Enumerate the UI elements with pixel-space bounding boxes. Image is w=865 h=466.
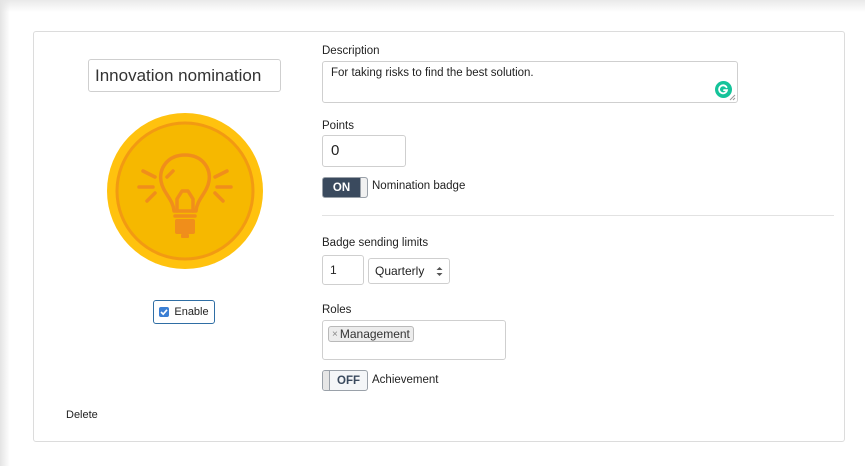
achievement-toggle-label: OFF bbox=[337, 374, 360, 387]
enable-checkbox-button[interactable]: Enable bbox=[153, 300, 215, 324]
remove-tag-icon[interactable]: × bbox=[332, 329, 338, 340]
window-top-shadow bbox=[0, 0, 865, 12]
nomination-toggle[interactable]: ON bbox=[322, 177, 368, 198]
description-textarea[interactable]: For taking risks to find the best soluti… bbox=[322, 61, 738, 103]
description-label: Description bbox=[322, 45, 380, 57]
badge-name-input[interactable]: Innovation nomination bbox=[88, 59, 281, 92]
select-arrows-icon bbox=[436, 266, 443, 276]
toggle-thumb bbox=[323, 371, 330, 390]
limit-count-input[interactable]: 1 bbox=[322, 255, 364, 285]
section-divider bbox=[322, 215, 834, 216]
limit-period-select[interactable]: Quarterly bbox=[368, 258, 450, 284]
window-left-shadow bbox=[0, 0, 10, 466]
roles-multiselect[interactable]: × Management bbox=[322, 320, 506, 360]
enable-label: Enable bbox=[174, 306, 209, 318]
nomination-toggle-label: ON bbox=[332, 181, 351, 194]
limits-label: Badge sending limits bbox=[322, 237, 429, 249]
achievement-label: Achievement bbox=[372, 374, 439, 386]
delete-link[interactable]: Delete bbox=[66, 409, 98, 421]
resize-grip-icon[interactable] bbox=[729, 94, 736, 101]
points-label: Points bbox=[322, 120, 354, 132]
checkbox-checked-icon bbox=[159, 307, 170, 317]
badge-image bbox=[107, 113, 263, 269]
description-text: For taking risks to find the best soluti… bbox=[331, 67, 534, 79]
period-select-value: Quarterly bbox=[375, 264, 425, 278]
toggle-thumb bbox=[360, 178, 367, 197]
role-tag-label: Management bbox=[339, 327, 410, 341]
lightbulb-icon bbox=[107, 113, 263, 269]
achievement-toggle[interactable]: OFF bbox=[322, 370, 368, 391]
role-tag-management: × Management bbox=[328, 326, 414, 342]
nomination-badge-label: Nomination badge bbox=[372, 180, 466, 192]
points-input[interactable]: 0 bbox=[322, 135, 406, 167]
roles-label: Roles bbox=[322, 304, 352, 316]
